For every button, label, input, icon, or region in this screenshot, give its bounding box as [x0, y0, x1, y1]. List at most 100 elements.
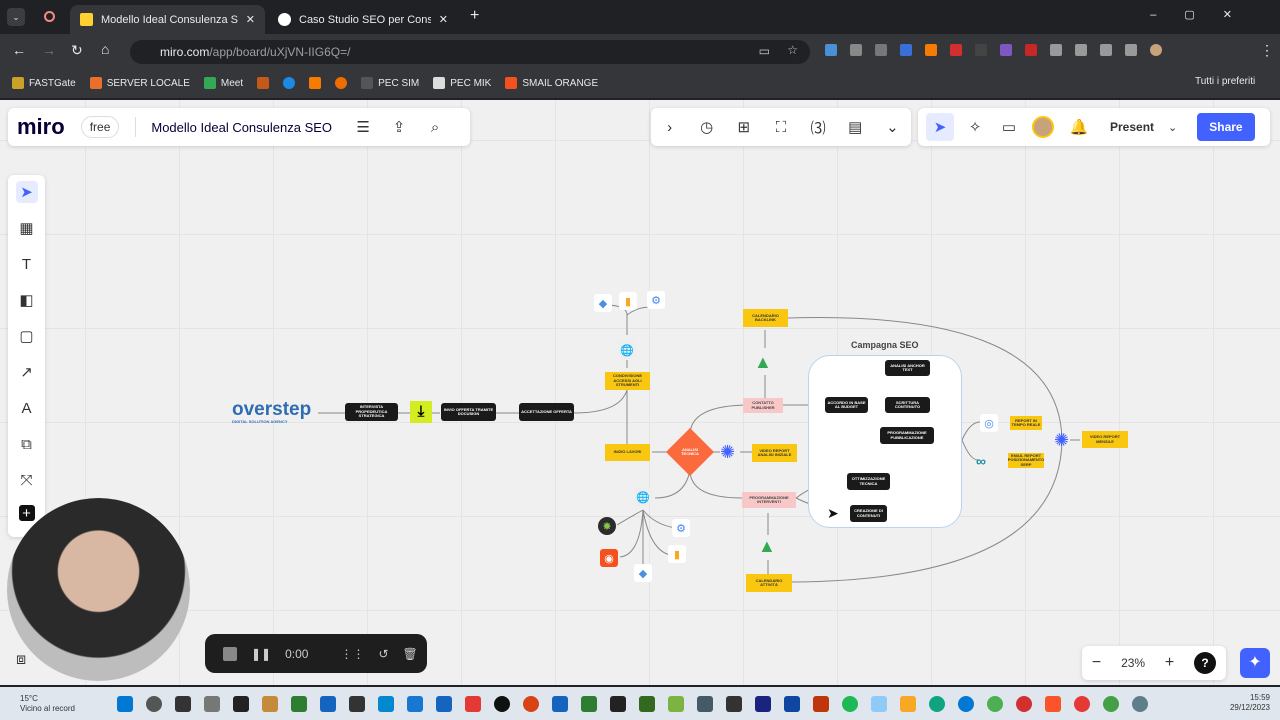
share-button[interactable]: Share — [1197, 113, 1255, 141]
zoom-in-button[interactable]: + — [1165, 654, 1174, 672]
chrome-taskbar-icon[interactable] — [986, 695, 1003, 712]
tab-search-button[interactable]: ⌄ — [7, 8, 25, 26]
templates-icon[interactable]: ▦ — [16, 217, 38, 239]
node-accettazione[interactable]: Accettazione offerta — [519, 403, 574, 421]
frame-title[interactable]: Campagna SEO — [851, 340, 919, 350]
chevron-right-icon[interactable]: › — [659, 116, 681, 138]
zoom-out-button[interactable]: − — [1092, 654, 1101, 672]
board-title[interactable]: Modello Ideal Consulenza SEO — [151, 120, 332, 135]
webcam-overlay — [7, 498, 190, 681]
integrations-icon[interactable]: ⤧ — [16, 469, 38, 491]
node-email-report[interactable]: Email report posizionamento SERP — [1008, 453, 1044, 468]
close-tab-icon[interactable]: ✕ — [439, 13, 448, 26]
analytics-icon: ▮ — [619, 292, 637, 310]
node-ottimizzazione[interactable]: Ottimizzazione tecnica — [847, 473, 890, 490]
comments-icon[interactable]: ▭ — [998, 116, 1020, 138]
menu-icon[interactable]: ⋮ — [1260, 42, 1274, 59]
voting-icon[interactable]: ⑶ — [807, 116, 829, 138]
frames-panel-icon[interactable]: ⧈ — [16, 651, 26, 669]
home-icon[interactable]: ⌂ — [101, 41, 109, 57]
avatar[interactable] — [1032, 116, 1054, 138]
miro-logo[interactable]: miro — [17, 114, 65, 140]
node-condivisione[interactable]: Condivisione accessi agli strumenti — [605, 372, 650, 390]
clock[interactable]: 15:59 29/12/2023 — [1230, 693, 1270, 714]
bookmark-star-icon[interactable]: ☆ — [787, 43, 798, 57]
node-video-report-mensile[interactable]: Video report mensile — [1082, 431, 1128, 448]
bookmark-meet[interactable]: Meet — [203, 77, 243, 89]
stop-recording-button[interactable] — [223, 646, 237, 661]
text-tool-icon[interactable]: T — [16, 253, 38, 275]
delete-recording-icon[interactable]: 🗑 — [403, 647, 418, 661]
node-accordo[interactable]: Accordo in base al budget — [825, 397, 868, 413]
upload-export-icon[interactable]: ⇪ — [388, 116, 410, 138]
help-button[interactable]: ? — [1194, 652, 1217, 674]
node-programmazione-interventi[interactable]: Programmazione interventi — [742, 492, 796, 508]
weather-widget[interactable]: 15°C Vicino al record — [0, 694, 110, 713]
node-report-tempo-reale[interactable]: Report in tempo reale — [1010, 416, 1042, 430]
node-creazione[interactable]: Creazione di contenuti — [850, 505, 887, 522]
bookmark-server-locale[interactable]: SERVER LOCALE — [89, 77, 190, 89]
bookmark-fastgate[interactable]: FASTGate — [12, 77, 76, 89]
ai-assist-button[interactable]: ✦ — [1240, 648, 1270, 678]
board-canvas[interactable]: overstep DIGITAL SOLUTION AGENCY Intervi… — [0, 100, 1280, 685]
search-icon[interactable]: ⌕ — [424, 116, 446, 138]
reload-icon[interactable]: ↻ — [71, 42, 83, 59]
bookmark-pec-sim[interactable]: PEC SIM — [361, 77, 419, 89]
start-button[interactable] — [116, 695, 133, 712]
all-bookmarks[interactable]: Tutti i preferiti — [1195, 76, 1255, 87]
tab-miro[interactable]: Modello Ideal Consulenza SEO ✕ — [70, 5, 265, 34]
node-contatto-publisher[interactable]: Contatto publisher — [743, 398, 783, 413]
present-dropdown-icon[interactable]: ⌄ — [1168, 121, 1177, 134]
analytics-icon: ▮ — [668, 545, 686, 563]
node-intervista[interactable]: Intervista propedeutica strategica — [345, 403, 398, 421]
zoom-level[interactable]: 23% — [1121, 656, 1145, 670]
url-bar[interactable]: miro.com/app/board/uXjVN-IIG6Q=/ ▭ ☆ — [130, 40, 810, 64]
node-programmazione-pubblicazione[interactable]: Programmazione pubblicazione — [880, 427, 934, 444]
node-inizio-lavori[interactable]: Inizio lavori — [605, 444, 650, 461]
more-chevron-icon[interactable]: ⌄ — [881, 116, 903, 138]
node-analisi-anchor[interactable]: Analisi anchor text — [885, 360, 930, 376]
tab-bar: ⌄ Modello Ideal Consulenza SEO ✕ Caso St… — [0, 0, 1280, 34]
search-console-icon: ⚙ — [672, 519, 690, 537]
window-controls[interactable]: –▢✕ — [1150, 8, 1260, 21]
close-tab-icon[interactable]: ✕ — [246, 13, 255, 26]
restart-icon[interactable]: ↺ — [378, 647, 388, 661]
mind-map-icon[interactable]: ⧉ — [16, 433, 38, 455]
back-icon[interactable]: ← — [12, 42, 26, 58]
timer-icon[interactable]: ◷ — [696, 116, 718, 138]
notifications-bell-icon[interactable]: 🔔 — [1068, 116, 1090, 138]
bookmark-smail-orange[interactable]: SMAIL ORANGE — [505, 77, 598, 89]
sticky-note-icon[interactable]: ◧ — [16, 289, 38, 311]
pen-tool-icon[interactable]: A — [16, 397, 38, 419]
shape-tool-icon[interactable]: ▢ — [16, 325, 38, 347]
new-tab-button[interactable]: + — [470, 7, 479, 25]
bookmark-pec-mik[interactable]: PEC MIK — [433, 77, 491, 89]
google-drive-icon: ▲ — [758, 536, 776, 556]
select-tool-icon[interactable]: ➤ — [15, 181, 38, 203]
focus-icon[interactable]: ⛶ — [770, 116, 792, 138]
node-calendario-attivita[interactable]: Calendario attività — [746, 574, 792, 592]
add-frame-icon[interactable]: ⊞ — [733, 116, 755, 138]
node-scrittura[interactable]: Scrittura contenuto — [885, 397, 930, 413]
search-taskbar-icon[interactable] — [145, 695, 162, 712]
collab-panel: ➤ ✧ ▭ 🔔 Present ⌄ Share — [918, 108, 1270, 146]
grid-icon[interactable]: ⋮⋮ — [340, 647, 364, 661]
node-invio-offerta[interactable]: Invio offerta tramite docusign — [441, 403, 496, 421]
tag-manager-icon: ◆ — [634, 564, 652, 582]
windows-taskbar: 15°C Vicino al record 15:59 29/12/2023 — [0, 687, 1280, 720]
add-more-icon[interactable]: + — [18, 505, 35, 522]
notes-icon[interactable]: ▤ — [844, 116, 866, 138]
reactions-icon[interactable]: ✧ — [964, 116, 986, 138]
forward-icon[interactable]: → — [42, 42, 56, 58]
hamburger-menu-icon[interactable]: ☰ — [352, 116, 374, 138]
plan-badge[interactable]: free — [80, 116, 120, 138]
cursor-select-icon[interactable]: ➤ — [926, 113, 954, 141]
cast-icon[interactable]: ▭ — [759, 44, 770, 58]
pause-icon[interactable]: ❚❚ — [251, 647, 271, 661]
connector-line-icon[interactable]: ↗ — [16, 361, 38, 383]
node-calendario-backlink[interactable]: Calendario backlink — [743, 309, 788, 327]
node-video-report-iniziale[interactable]: Video report analisi iniziale — [752, 444, 797, 462]
tab-caso-studio[interactable]: Caso Studio SEO per Consulenza L ✕ — [268, 5, 458, 34]
present-button[interactable]: Present — [1110, 120, 1154, 134]
extensions[interactable] — [825, 44, 1162, 56]
